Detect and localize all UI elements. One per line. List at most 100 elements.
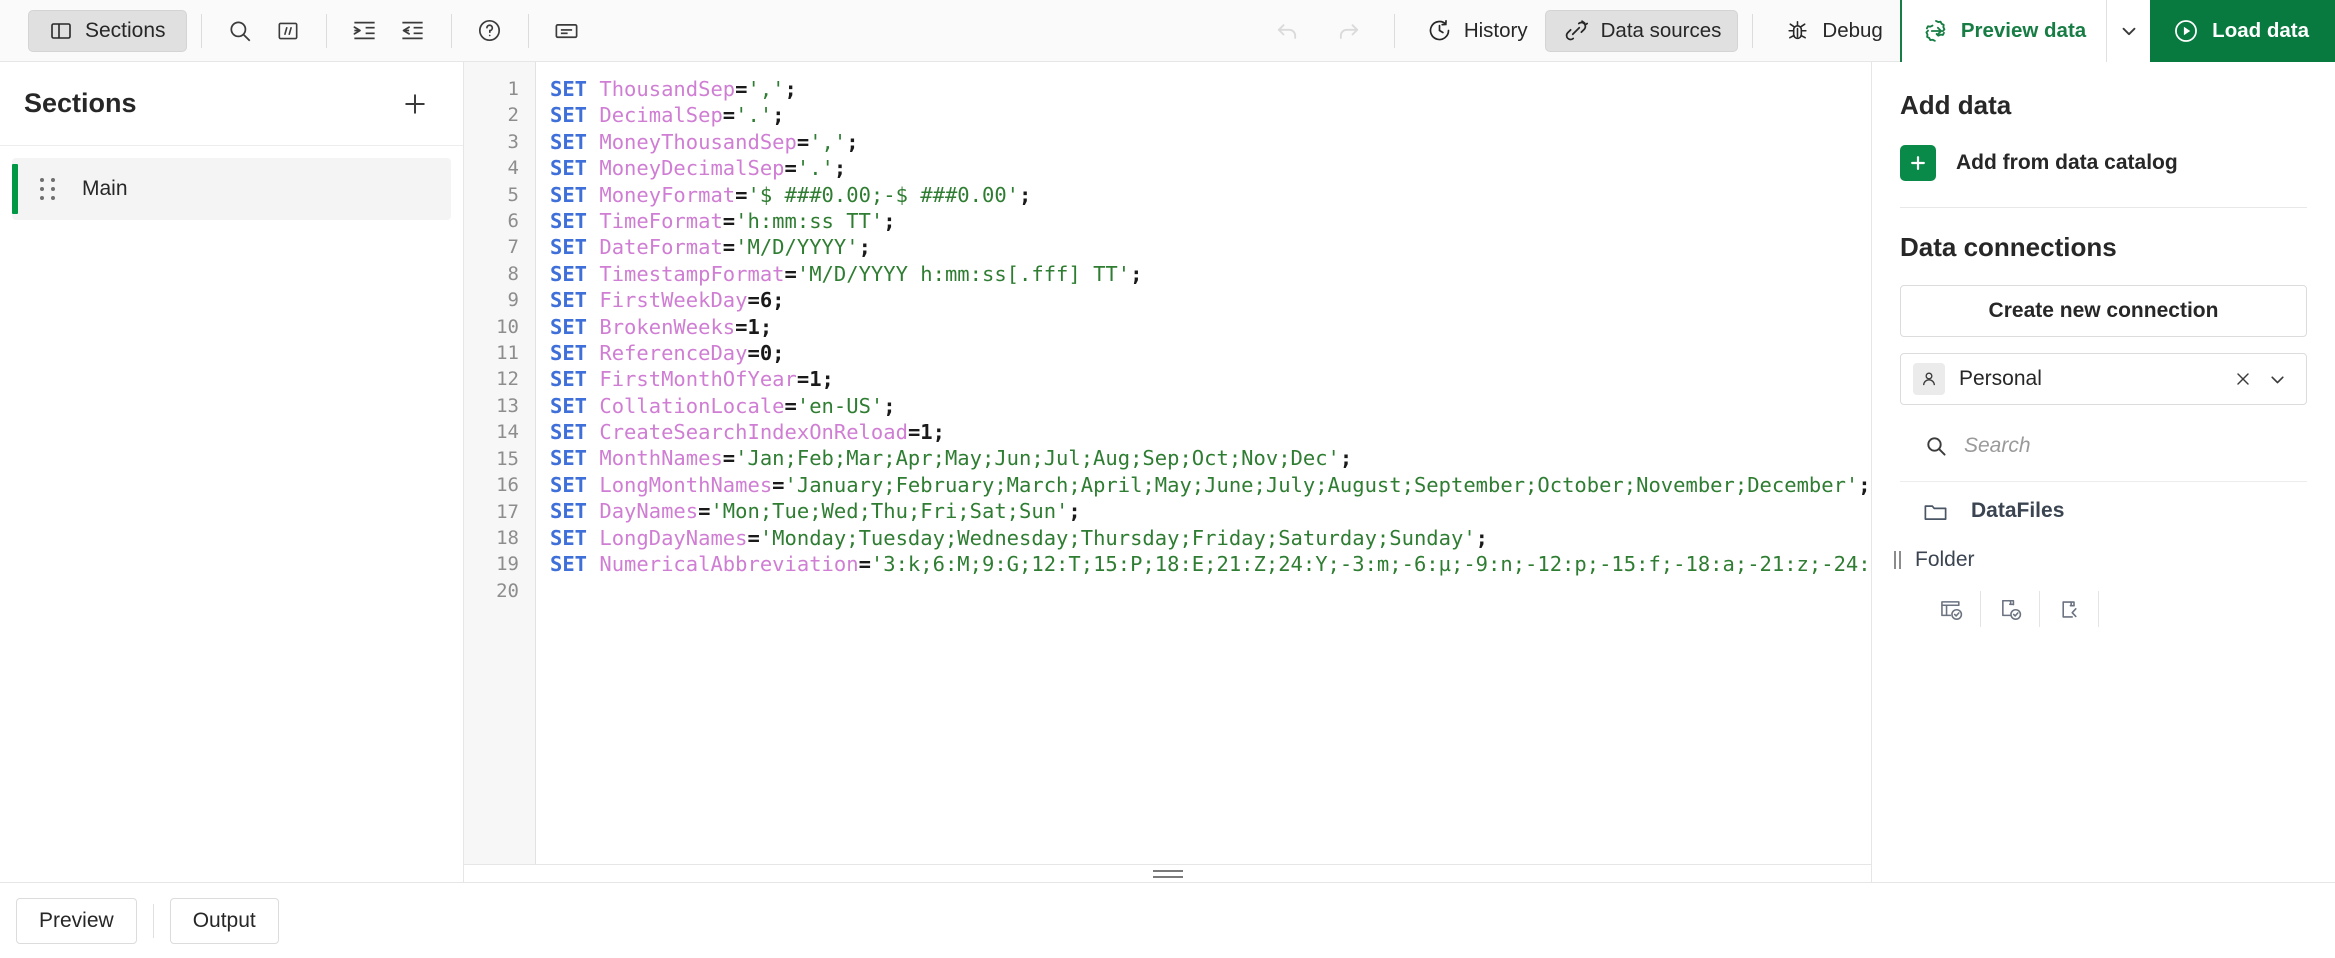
line-number: 18 bbox=[496, 526, 519, 549]
connection-chevron-down-icon[interactable] bbox=[2260, 362, 2294, 396]
code-line: SET MoneyThousandSep=','; bbox=[550, 129, 859, 154]
bottom-divider bbox=[152, 903, 154, 938]
connection-actions-row bbox=[1900, 580, 2307, 638]
comment-icon-button[interactable] bbox=[264, 9, 312, 53]
sections-title: Sections bbox=[24, 88, 137, 118]
add-data-title: Add data bbox=[1900, 90, 2012, 120]
action-divider-3 bbox=[2098, 591, 2099, 627]
line-number: 10 bbox=[496, 315, 519, 338]
note-icon-button[interactable] bbox=[543, 9, 591, 53]
history-button[interactable]: History bbox=[1409, 10, 1545, 52]
code-line: SET NumericalAbbreviation='3:k;6:M;9:G;1… bbox=[550, 552, 1871, 577]
history-label: History bbox=[1463, 18, 1528, 42]
sections-toggle-button[interactable]: Sections bbox=[28, 9, 187, 52]
code-line: SET LongMonthNames='January;February;Mar… bbox=[550, 472, 1871, 497]
toolbar-divider-6 bbox=[1752, 13, 1754, 48]
line-number: 11 bbox=[496, 342, 519, 365]
line-number: 1 bbox=[507, 78, 519, 100]
preview-data-icon bbox=[1922, 17, 1950, 45]
code-line: SET CreateSearchIndexOnReload=1; bbox=[550, 420, 945, 445]
code-line: SET DecimalSep='.'; bbox=[550, 103, 785, 128]
main-body: Sections Main 1 2 3 4 5 6 7 8 9 10 11 12… bbox=[0, 62, 2335, 882]
code-line: SET ReferenceDay=0; bbox=[550, 340, 785, 365]
indent-decrease-icon bbox=[399, 17, 426, 44]
line-number: 19 bbox=[496, 553, 519, 576]
preview-data-button[interactable]: Preview data bbox=[1899, 0, 2107, 62]
select-data-icon-button[interactable] bbox=[1922, 585, 1980, 633]
preview-data-dropdown-button[interactable] bbox=[2106, 0, 2151, 62]
folder-icon bbox=[1922, 498, 1949, 525]
panel-resize-handle[interactable] bbox=[1894, 551, 1901, 569]
connection-space-select[interactable]: Personal bbox=[1900, 353, 2307, 405]
create-new-connection-button[interactable]: Create new connection bbox=[1900, 285, 2307, 337]
search-placeholder: Search bbox=[1964, 434, 2031, 457]
undo-button[interactable] bbox=[1256, 10, 1318, 52]
data-sources-button[interactable]: Data sources bbox=[1544, 9, 1739, 52]
output-tab-label: Output bbox=[192, 908, 256, 932]
connection-item-label: DataFiles bbox=[1971, 499, 2065, 522]
search-icon-button[interactable] bbox=[216, 9, 264, 53]
create-new-connection-label: Create new connection bbox=[1988, 299, 2219, 322]
sidebar-item-main[interactable]: Main bbox=[12, 158, 451, 220]
editor-scroll-area[interactable]: 1 2 3 4 5 6 7 8 9 10 11 12 13 14 15 16 1 bbox=[464, 62, 1871, 864]
indent-increase-icon bbox=[351, 17, 378, 44]
line-number: 14 bbox=[496, 421, 519, 444]
clear-connection-button[interactable] bbox=[2226, 362, 2260, 396]
toolbar-divider-4 bbox=[527, 13, 529, 48]
sidebar-item-label: Main bbox=[82, 177, 128, 200]
load-script-icon-button[interactable] bbox=[1981, 585, 2039, 633]
line-number: 20 bbox=[496, 579, 519, 602]
preview-tab-button[interactable]: Preview bbox=[16, 897, 137, 944]
toolbar-divider-3 bbox=[450, 13, 452, 48]
indent-decrease-button[interactable] bbox=[389, 9, 437, 53]
code-line: SET MoneyFormat='$ ###0.00;-$ ###0.00'; bbox=[550, 182, 1032, 207]
play-circle-icon bbox=[2172, 17, 2200, 45]
code-line: SET FirstWeekDay=6; bbox=[550, 288, 785, 313]
plus-square-icon bbox=[1900, 145, 1936, 181]
help-icon bbox=[476, 17, 503, 44]
edit-script-icon bbox=[2056, 596, 2083, 623]
drag-handle-icon[interactable] bbox=[40, 178, 56, 200]
line-number: 9 bbox=[507, 289, 519, 312]
indent-increase-button[interactable] bbox=[341, 9, 389, 53]
line-number-gutter: 1 2 3 4 5 6 7 8 9 10 11 12 13 14 15 16 1 bbox=[464, 62, 536, 864]
data-sources-icon bbox=[1562, 17, 1590, 45]
add-from-data-catalog-button[interactable]: Add from data catalog bbox=[1900, 145, 2307, 181]
redo-button[interactable] bbox=[1318, 10, 1380, 52]
line-number: 7 bbox=[507, 236, 519, 259]
debug-label: Debug bbox=[1822, 18, 1883, 42]
history-icon bbox=[1426, 17, 1453, 44]
line-number: 16 bbox=[496, 474, 519, 497]
preview-data-label: Preview data bbox=[1960, 18, 2087, 42]
add-from-data-catalog-label: Add from data catalog bbox=[1956, 151, 2178, 174]
line-number: 17 bbox=[496, 500, 519, 523]
person-icon bbox=[1913, 363, 1945, 395]
line-number: 4 bbox=[507, 157, 519, 180]
code-line: SET LongDayNames='Monday;Tuesday;Wednesd… bbox=[550, 525, 1489, 550]
debug-button[interactable]: Debug bbox=[1767, 10, 1899, 52]
plus-icon bbox=[401, 90, 429, 118]
search-icon bbox=[227, 18, 253, 44]
preview-tab-label: Preview bbox=[39, 908, 114, 932]
edit-script-icon-button[interactable] bbox=[2040, 585, 2098, 633]
connection-type-label: Folder bbox=[1915, 548, 1975, 571]
load-data-button[interactable]: Load data bbox=[2150, 0, 2335, 62]
line-number: 2 bbox=[507, 104, 519, 127]
code-line: SET CollationLocale='en-US'; bbox=[550, 393, 896, 418]
output-tab-button[interactable]: Output bbox=[169, 897, 279, 944]
bug-icon bbox=[1784, 17, 1811, 44]
note-icon bbox=[553, 17, 580, 44]
comment-icon bbox=[275, 18, 301, 44]
help-icon-button[interactable] bbox=[466, 9, 514, 53]
undo-icon bbox=[1273, 17, 1301, 45]
script-editor: 1 2 3 4 5 6 7 8 9 10 11 12 13 14 15 16 1 bbox=[464, 62, 1871, 882]
line-number: 3 bbox=[507, 130, 519, 153]
add-section-button[interactable] bbox=[393, 82, 437, 126]
connection-search-field[interactable]: Search bbox=[1900, 423, 2307, 469]
editor-panel-resize-handle[interactable] bbox=[464, 864, 1871, 882]
code-line: SET DayNames='Mon;Tue;Wed;Thu;Fri;Sat;Su… bbox=[550, 499, 1081, 524]
code-text-area[interactable]: SET ThousandSep=','; SET DecimalSep='.'; S… bbox=[536, 62, 1871, 864]
connection-item-datafiles[interactable]: DataFiles bbox=[1900, 482, 2307, 540]
data-sources-panel: Add data Add from data catalog Data conn… bbox=[1871, 62, 2335, 882]
top-toolbar: Sections History Data sources Debug Prev… bbox=[0, 0, 2335, 62]
